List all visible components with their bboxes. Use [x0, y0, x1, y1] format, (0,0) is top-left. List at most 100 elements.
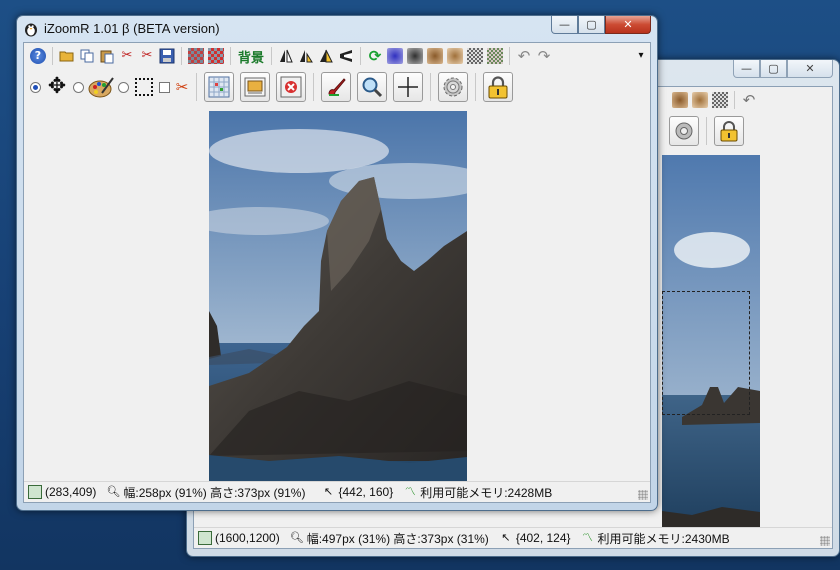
back-settings-button[interactable]	[669, 116, 699, 146]
toolbar-separator	[313, 73, 314, 101]
front-window[interactable]: iZoomR 1.01 β (BETA version) — ▢ ✕ ? ✂ ✂	[16, 15, 658, 511]
front-window-client: ? ✂ ✂ 背景 ⟳ ↶ ↷ ▾ ✥ ✂ (283,409) 🔍︎ 幅:258p…	[23, 42, 651, 503]
front-window-caption-buttons: — ▢ ✕	[551, 16, 651, 34]
grid-red-x-icon[interactable]	[208, 48, 224, 64]
selection-checkbox[interactable]	[159, 81, 170, 93]
crop-cut-icon[interactable]: ✂	[174, 79, 190, 95]
main-toolbar: ? ✂ ✂ 背景 ⟳ ↶ ↷ ▾	[24, 45, 650, 67]
flip-vertical-icon[interactable]	[318, 48, 334, 64]
status-bar: (283,409) 🔍︎ 幅:258px (91%) 高さ:373px (91%…	[24, 481, 650, 502]
cursor-icon: ↖	[323, 485, 334, 498]
paste-icon[interactable]	[99, 48, 115, 64]
lock-icon	[488, 76, 508, 99]
selection-rectangle[interactable]	[662, 291, 750, 415]
copy-icon[interactable]	[79, 48, 95, 64]
cursor-icon: ↖	[501, 531, 511, 544]
flip-horizontal-icon[interactable]	[278, 48, 294, 64]
back-window-caption-buttons: — ▢ ✕	[733, 60, 833, 78]
select-tool-radio[interactable]	[118, 81, 129, 93]
back-toolbar-2	[662, 113, 832, 149]
toolbar-separator	[475, 73, 476, 101]
back-image-canvas[interactable]	[662, 155, 760, 529]
zoom-button[interactable]	[357, 72, 387, 102]
clear-image-button[interactable]	[276, 72, 306, 102]
noise-filter-icon[interactable]	[712, 92, 728, 108]
toolbar-separator	[360, 47, 362, 65]
redo-icon[interactable]: ↷	[536, 48, 552, 64]
back-minimize-button[interactable]: —	[733, 60, 760, 78]
color-noise-icon[interactable]	[487, 48, 504, 64]
memory-graph-icon: 〽	[582, 531, 594, 544]
image-info-button[interactable]	[240, 72, 270, 102]
crosshair-button[interactable]	[393, 72, 423, 102]
cut-icon[interactable]: ✂	[119, 48, 135, 64]
close-button[interactable]: ✕	[605, 16, 651, 34]
toolbar-separator	[271, 47, 273, 65]
magnifier-icon: 🔍︎	[289, 531, 304, 544]
move-tool-radio[interactable]	[30, 81, 41, 93]
image-size-icon	[198, 531, 212, 545]
gear-icon	[443, 77, 463, 97]
help-icon[interactable]: ?	[30, 48, 46, 64]
back-lock-button[interactable]	[714, 116, 744, 146]
paint-tool-radio[interactable]	[73, 81, 84, 93]
status-pixel: (283,409)	[24, 485, 96, 499]
window-title: iZoomR 1.01 β (BETA version)	[44, 21, 220, 36]
image-canvas[interactable]	[209, 111, 467, 485]
status-cursor: ↖ {442, 160}	[317, 485, 393, 499]
toolbar-separator	[181, 47, 182, 65]
minimize-button[interactable]: —	[551, 16, 578, 34]
brown-filter-icon[interactable]	[427, 48, 444, 64]
back-toolbar-1: ↶	[666, 89, 832, 111]
grid-view-button[interactable]	[204, 72, 234, 102]
lock-icon	[720, 121, 738, 142]
toolbar-separator	[196, 73, 197, 101]
toolbar-separator	[706, 117, 707, 145]
memory-graph-icon: 〽	[404, 485, 416, 498]
palette-icon[interactable]	[88, 75, 114, 99]
back-status-cursor: ↖ {402, 124}	[495, 531, 570, 545]
cut-selection-icon[interactable]: ✂	[139, 48, 155, 64]
brown-blur-icon[interactable]	[692, 92, 708, 108]
crosshair-icon	[398, 77, 418, 97]
move-arrows-icon[interactable]: ✥	[45, 75, 69, 99]
open-folder-icon[interactable]	[59, 48, 75, 64]
resize-grip[interactable]	[820, 536, 830, 546]
blue-blur-icon[interactable]	[387, 48, 404, 64]
grid-view-icon	[208, 76, 230, 98]
resize-grip[interactable]	[638, 490, 648, 500]
brown-filter-icon[interactable]	[672, 92, 688, 108]
toolbar-separator	[430, 73, 431, 101]
photo-image	[209, 111, 467, 485]
skew-icon[interactable]	[338, 48, 354, 64]
back-status-pixel: (1600,1200)	[194, 531, 280, 545]
marquee-select-icon[interactable]	[133, 76, 155, 98]
front-window-titlebar[interactable]: iZoomR 1.01 β (BETA version) — ▢ ✕	[17, 16, 657, 42]
noise-filter-icon[interactable]	[467, 48, 484, 64]
back-status-bar: (1600,1200) 🔍︎ 幅:497px (31%) 高さ:373px (3…	[194, 527, 832, 548]
background-button[interactable]: 背景	[238, 47, 264, 66]
back-status-memory: 〽 利用可能メモリ:2430MB	[582, 531, 730, 546]
settings-button[interactable]	[438, 72, 468, 102]
toolbar-separator	[734, 91, 735, 109]
status-memory: 〽 利用可能メモリ:2428MB	[404, 485, 553, 500]
image-info-icon	[244, 77, 266, 97]
image-size-icon	[28, 485, 42, 499]
undo-icon[interactable]: ↶	[516, 48, 532, 64]
lock-button[interactable]	[483, 72, 513, 102]
toolbar-overflow-icon[interactable]: ▾	[636, 48, 646, 64]
back-close-button[interactable]: ✕	[787, 60, 833, 78]
gray-blur-icon[interactable]	[407, 48, 424, 64]
delete-icon	[280, 76, 302, 98]
flip-yellow-icon[interactable]	[298, 48, 314, 64]
save-icon[interactable]	[159, 48, 175, 64]
undo-icon[interactable]: ↶	[741, 92, 757, 108]
toolbar-separator	[509, 47, 511, 65]
maximize-button[interactable]: ▢	[578, 16, 605, 34]
magnifier-icon	[362, 77, 383, 98]
brown-blur-icon[interactable]	[447, 48, 464, 64]
back-maximize-button[interactable]: ▢	[760, 60, 787, 78]
refresh-icon[interactable]: ⟳	[367, 48, 383, 64]
paint-brush-button[interactable]	[321, 72, 351, 102]
grid-red-icon[interactable]	[188, 48, 204, 64]
